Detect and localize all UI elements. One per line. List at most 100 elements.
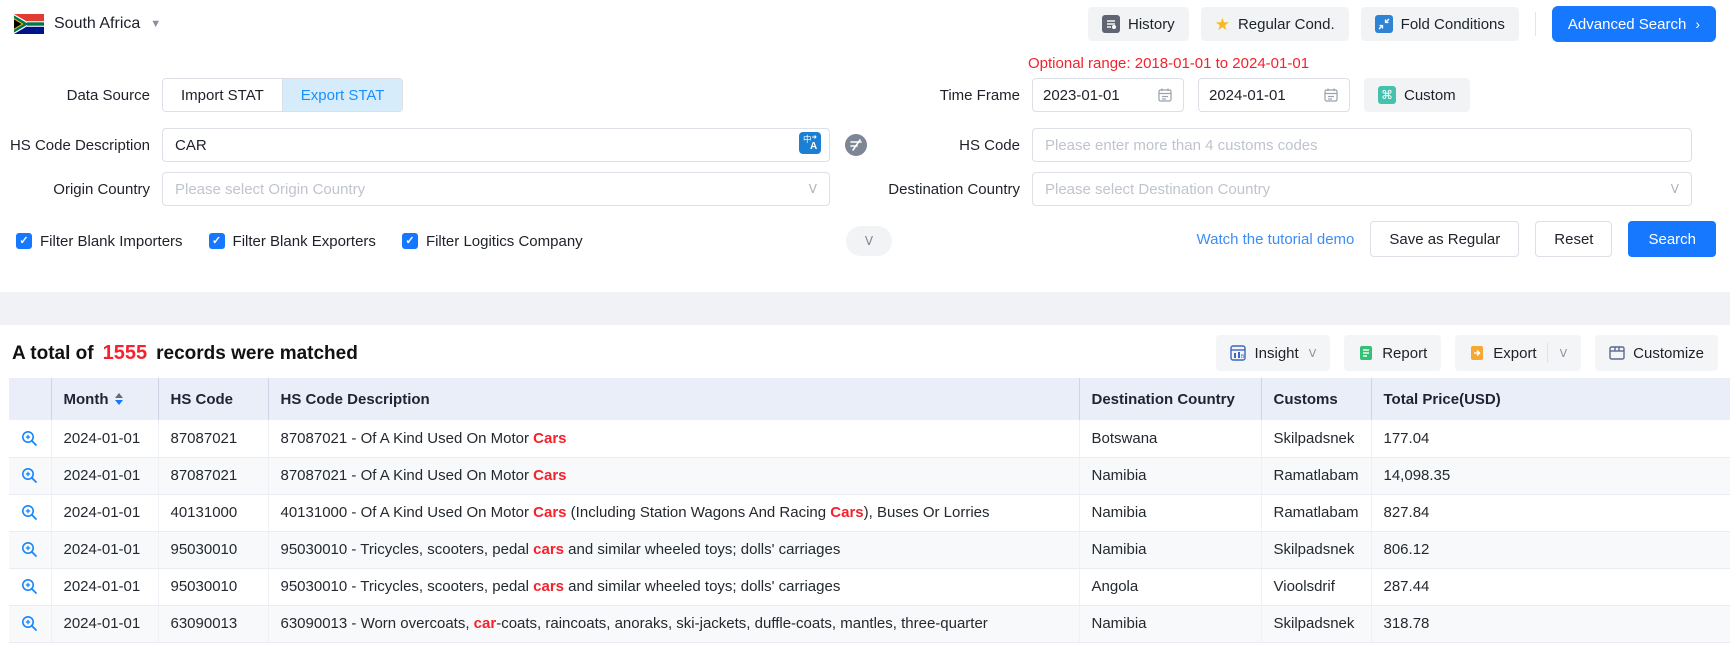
chevron-right-icon: › <box>1695 16 1700 32</box>
table-row[interactable]: 2024-01-01 63090013 63090013 - Worn over… <box>9 605 1730 642</box>
view-detail-search-icon[interactable] <box>21 430 38 447</box>
customize-button[interactable]: Customize <box>1595 335 1718 371</box>
regular-cond-button[interactable]: ★ Regular Cond. <box>1201 7 1349 41</box>
fold-conditions-button[interactable]: Fold Conditions <box>1361 7 1519 41</box>
reset-button[interactable]: Reset <box>1535 221 1612 257</box>
destination-country-select[interactable]: Please select Destination Country ᐯ <box>1032 172 1692 206</box>
regular-cond-label: Regular Cond. <box>1238 16 1335 33</box>
time-frame-label: Time Frame <box>870 87 1020 104</box>
import-stat-tab[interactable]: Import STAT <box>163 79 283 111</box>
tutorial-demo-link[interactable]: Watch the tutorial demo <box>1197 231 1355 248</box>
insight-button[interactable]: BI Insight ᐯ <box>1216 335 1330 371</box>
cell-destination-country: Namibia <box>1079 531 1261 568</box>
table-row[interactable]: 2024-01-01 40131000 40131000 - Of A Kind… <box>9 494 1730 531</box>
chevron-down-icon[interactable]: ᐯ <box>1560 347 1568 360</box>
insight-icon: BI <box>1230 345 1246 361</box>
row-detail-cell <box>9 457 51 494</box>
history-label: History <box>1128 16 1175 33</box>
header-month-label: Month <box>64 391 109 408</box>
section-divider <box>0 292 1730 325</box>
origin-country-select[interactable]: Please select Origin Country ᐯ <box>162 172 830 206</box>
chevron-down-icon: ▼ <box>150 18 161 30</box>
save-as-regular-button[interactable]: Save as Regular <box>1370 221 1519 257</box>
history-button[interactable]: History <box>1088 7 1189 41</box>
chevron-down-icon: ᐯ <box>865 234 873 248</box>
view-detail-search-icon[interactable] <box>21 615 38 632</box>
calendar-icon <box>1157 87 1173 103</box>
sort-icons[interactable] <box>115 393 123 405</box>
header-month[interactable]: Month <box>51 378 158 420</box>
cell-description: 95030010 - Tricycles, scooters, pedal ca… <box>268 568 1079 605</box>
view-detail-search-icon[interactable] <box>21 541 38 558</box>
hs-desc-value: CAR <box>175 137 207 154</box>
destination-country-row: Destination Country Please select Destin… <box>870 172 1692 206</box>
keyword-options-icon[interactable] <box>844 133 868 157</box>
filter-logitics-company-checkbox[interactable]: Filter Logitics Company <box>402 233 583 250</box>
header-destination-country: Destination Country <box>1079 378 1261 420</box>
table-row[interactable]: 2024-01-01 95030010 95030010 - Tricycles… <box>9 568 1730 605</box>
top-bar: South Africa ▼ History ★ Regular Cond. F… <box>0 0 1730 48</box>
date-from-input[interactable]: 2023-01-01 <box>1032 78 1184 112</box>
report-icon <box>1358 345 1374 361</box>
collapse-conditions-button[interactable]: ᐯ <box>846 226 892 256</box>
chevron-down-icon: ᐯ <box>1671 182 1679 196</box>
cell-month: 2024-01-01 <box>51 531 158 568</box>
filter-blank-exporters-checkbox[interactable]: Filter Blank Exporters <box>209 233 376 250</box>
calendar-icon <box>1323 87 1339 103</box>
optional-range-text: Optional range: 2018-01-01 to 2024-01-01 <box>1028 55 1309 72</box>
filter-blank-importers-checkbox[interactable]: Filter Blank Importers <box>16 233 183 250</box>
custom-range-button[interactable]: ⌘ Custom <box>1364 78 1470 112</box>
view-detail-search-icon[interactable] <box>21 504 38 521</box>
cell-destination-country: Namibia <box>1079 457 1261 494</box>
cell-month: 2024-01-01 <box>51 420 158 457</box>
checkbox-icon <box>16 233 32 249</box>
data-source-label: Data Source <box>0 87 150 104</box>
chevron-down-icon: ᐯ <box>1309 347 1317 360</box>
date-to-input[interactable]: 2024-01-01 <box>1198 78 1350 112</box>
cell-hs-code: 40131000 <box>158 494 268 531</box>
advanced-search-button[interactable]: Advanced Search › <box>1552 6 1716 42</box>
advanced-search-label: Advanced Search <box>1568 16 1686 33</box>
cell-hs-code: 95030010 <box>158 568 268 605</box>
report-button[interactable]: Report <box>1344 335 1441 371</box>
table-row[interactable]: 2024-01-01 95030010 95030010 - Tricycles… <box>9 531 1730 568</box>
country-selector[interactable]: South Africa ▼ <box>14 14 161 34</box>
export-stat-tab[interactable]: Export STAT <box>283 79 403 111</box>
cell-hs-code: 63090013 <box>158 605 268 642</box>
search-button[interactable]: Search <box>1628 221 1716 257</box>
chevron-down-icon: ᐯ <box>809 182 817 196</box>
south-africa-flag-icon <box>14 14 44 34</box>
table-header: Month HS Code HS Code Description Destin… <box>9 378 1730 420</box>
cell-customs: Ramatlabam <box>1261 494 1371 531</box>
svg-text:A: A <box>810 141 817 152</box>
svg-text:BI: BI <box>1241 354 1246 360</box>
cell-total-price: 287.44 <box>1371 568 1730 605</box>
cell-description: 87087021 - Of A Kind Used On Motor Cars <box>268 420 1079 457</box>
total-prefix: A total of <box>12 343 94 365</box>
custom-label: Custom <box>1404 87 1456 104</box>
hs-code-input[interactable]: Please enter more than 4 customs codes <box>1032 128 1692 162</box>
filter-checkbox-row: Filter Blank Importers Filter Blank Expo… <box>16 224 583 258</box>
cell-hs-code: 87087021 <box>158 457 268 494</box>
time-frame-row: Time Frame 2023-01-01 2024-01-01 ⌘ Custo… <box>870 78 1470 112</box>
cell-total-price: 806.12 <box>1371 531 1730 568</box>
table-row[interactable]: 2024-01-01 87087021 87087021 - Of A Kind… <box>9 420 1730 457</box>
total-count: 1555 <box>103 342 148 365</box>
hs-desc-input[interactable]: CAR 中A <box>162 128 830 162</box>
cell-destination-country: Botswana <box>1079 420 1261 457</box>
cell-total-price: 827.84 <box>1371 494 1730 531</box>
view-detail-search-icon[interactable] <box>21 467 38 484</box>
view-detail-search-icon[interactable] <box>21 578 38 595</box>
export-icon <box>1469 345 1485 361</box>
cell-description: 87087021 - Of A Kind Used On Motor Cars <box>268 457 1079 494</box>
header-hs-code-description: HS Code Description <box>268 378 1079 420</box>
hs-code-label: HS Code <box>870 137 1020 154</box>
cell-month: 2024-01-01 <box>51 457 158 494</box>
destination-country-placeholder: Please select Destination Country <box>1045 181 1270 198</box>
row-detail-cell <box>9 494 51 531</box>
cell-month: 2024-01-01 <box>51 494 158 531</box>
translate-icon[interactable]: 中A <box>799 132 821 158</box>
hs-desc-row: HS Code Description CAR 中A <box>0 128 868 162</box>
table-row[interactable]: 2024-01-01 87087021 87087021 - Of A Kind… <box>9 457 1730 494</box>
export-button[interactable]: Export ᐯ <box>1455 335 1581 371</box>
